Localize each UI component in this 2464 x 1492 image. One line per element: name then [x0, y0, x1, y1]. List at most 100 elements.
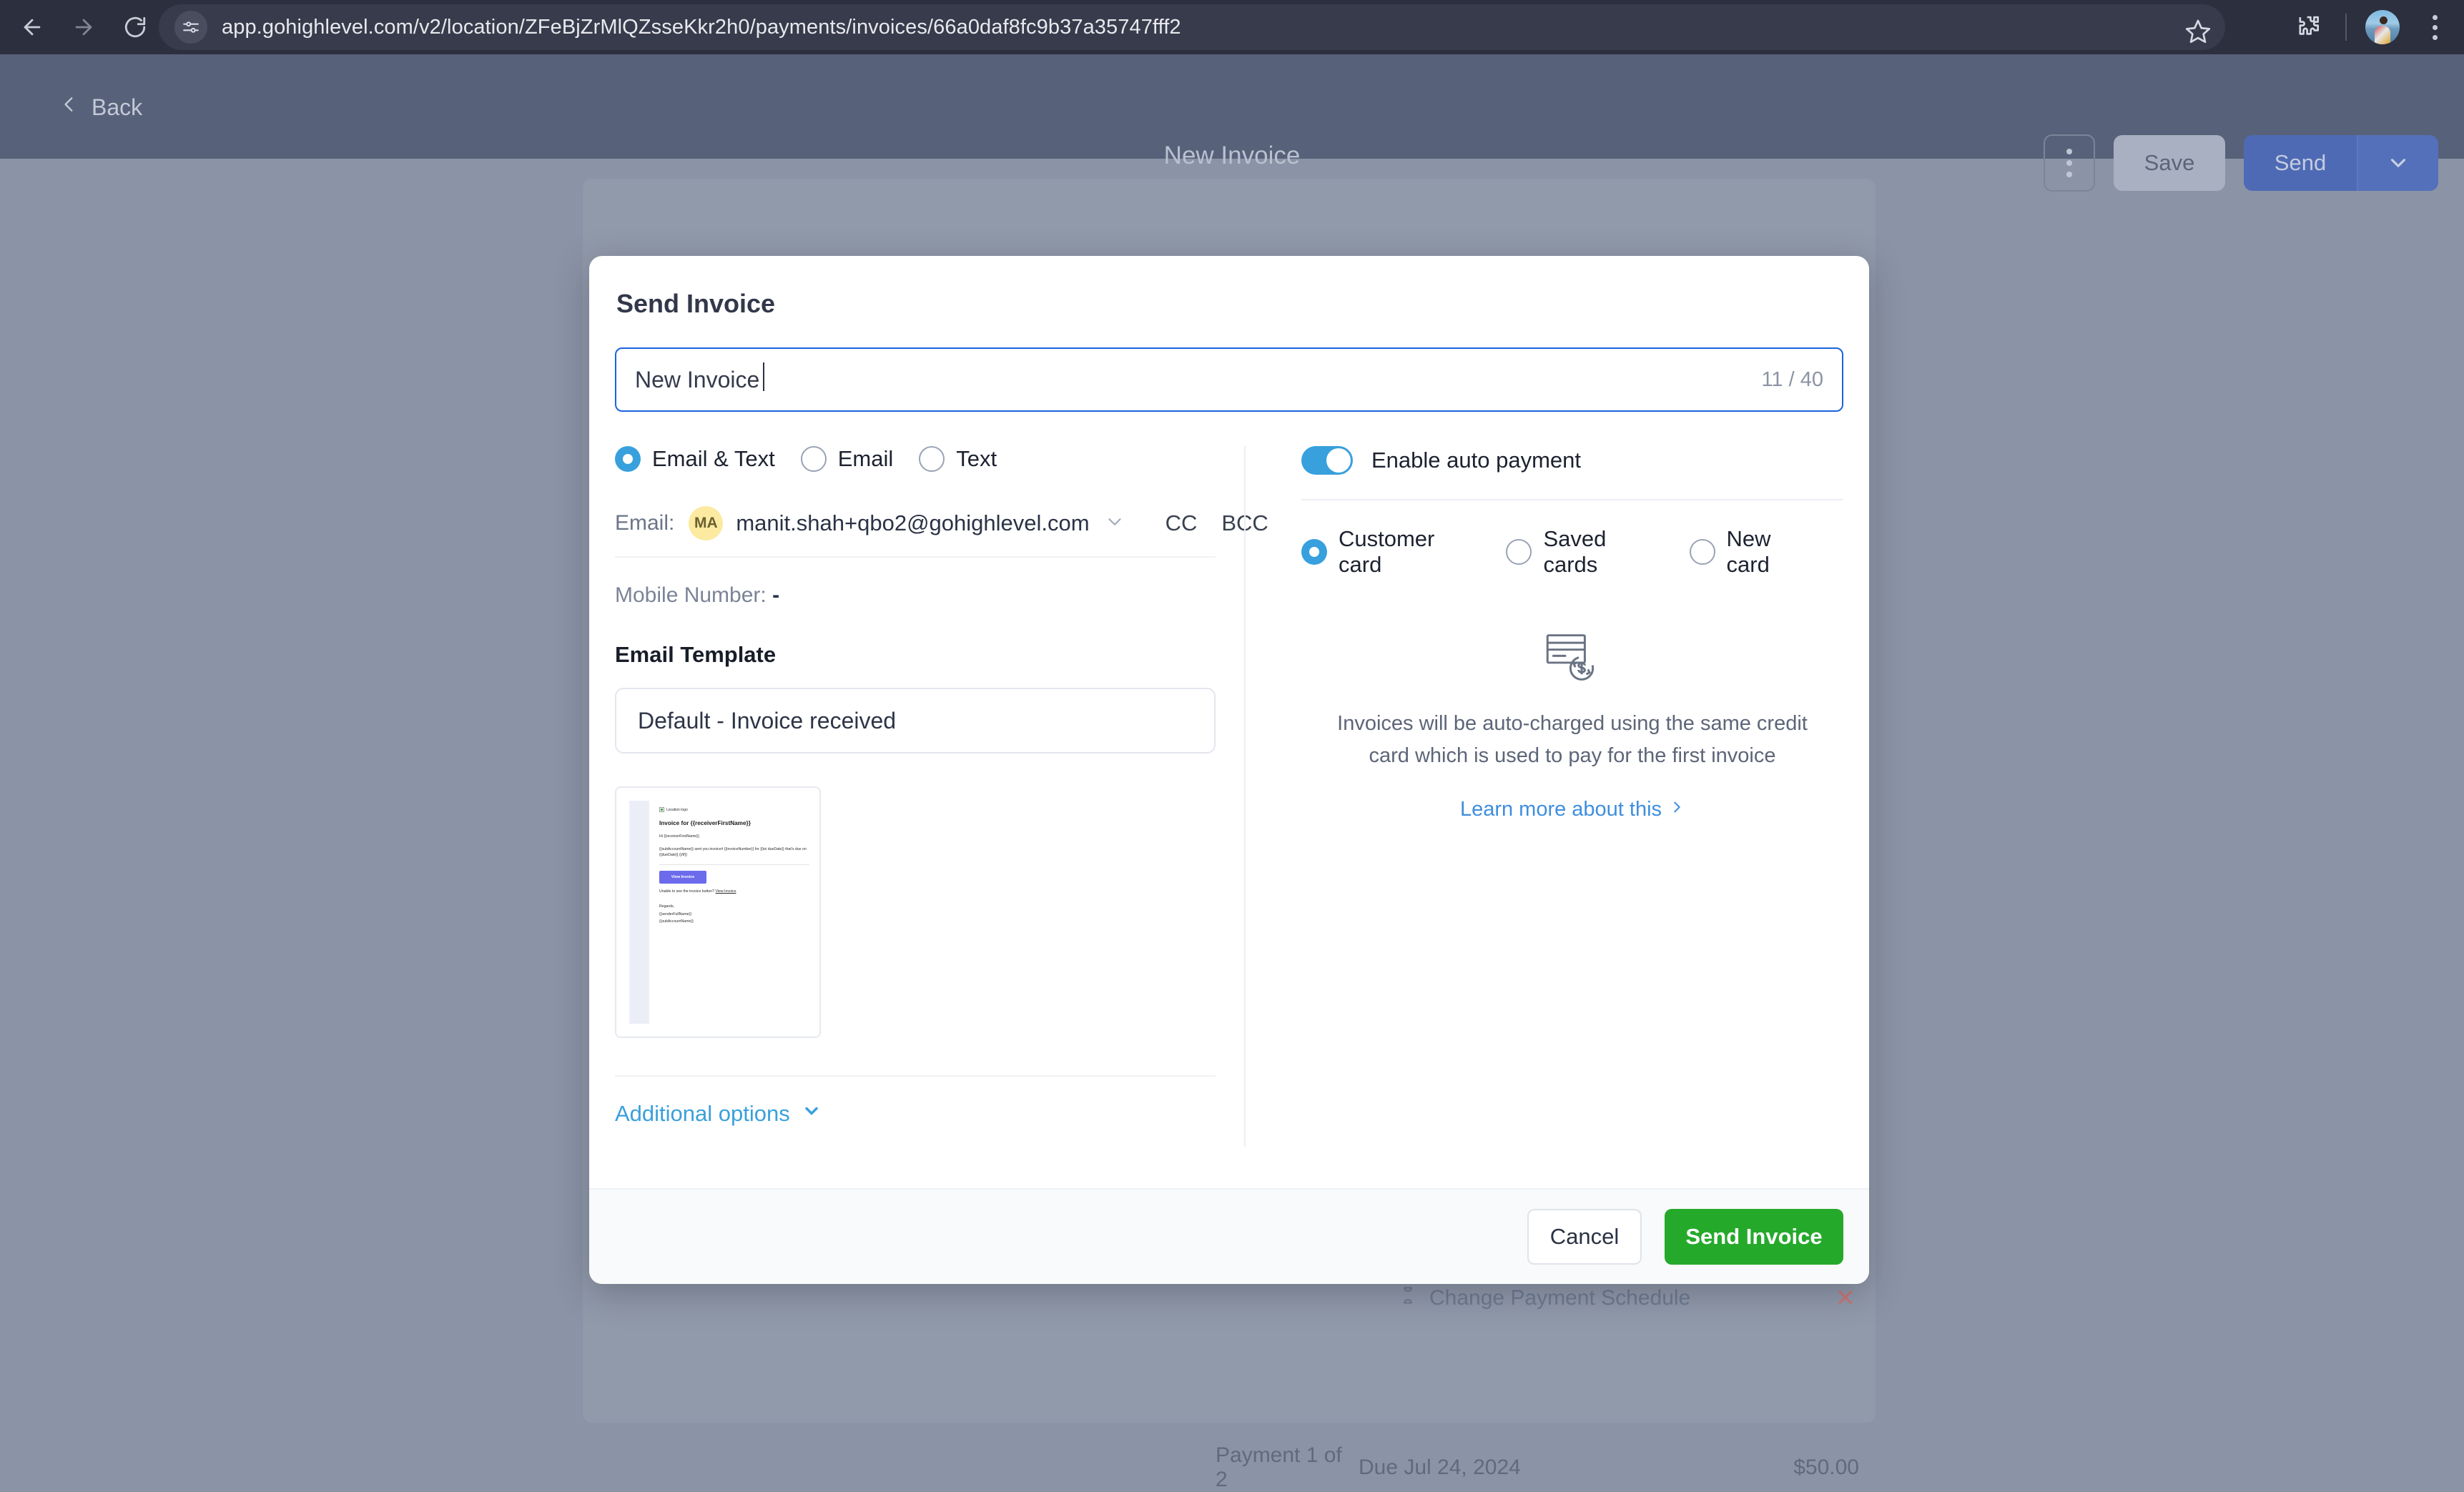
profile-avatar[interactable]: [2365, 10, 2400, 44]
chevron-right-icon: [1669, 798, 1685, 822]
chevron-left-icon: [60, 90, 79, 124]
radio-icon[interactable]: [1689, 539, 1715, 565]
channel-radio-group: Email & Text Email Text: [615, 446, 1216, 472]
preview-signoff: Regards,: [659, 904, 675, 909]
auto-payment-info: Invoices will be auto-charged using the …: [1301, 629, 1843, 822]
forward-icon[interactable]: [61, 5, 106, 49]
mobile-number-label: Mobile Number:: [615, 583, 767, 607]
preview-signature: Regards, {{senderFullName}} {{subAccount…: [659, 903, 809, 925]
additional-options-toggle[interactable]: Additional options: [615, 1075, 1216, 1127]
site-settings-icon[interactable]: [174, 11, 207, 44]
star-icon[interactable]: [2175, 9, 2221, 54]
back-button[interactable]: Back: [60, 90, 142, 124]
additional-options-label: Additional options: [615, 1101, 790, 1126]
logo-alt-text: Location logo: [666, 807, 688, 812]
channel-label: Email: [837, 446, 894, 471]
modal-footer: Cancel Send Invoice: [589, 1188, 1869, 1284]
browser-toolbar: app.gohighlevel.com/v2/location/ZFeBjZrM…: [0, 0, 2464, 54]
radio-icon[interactable]: [919, 446, 945, 472]
enable-auto-payment-row[interactable]: Enable auto payment: [1301, 446, 1843, 475]
channel-option-email-text[interactable]: Email & Text: [615, 446, 775, 472]
channel-label: Email & Text: [652, 446, 775, 471]
puzzle-piece-icon[interactable]: [2291, 9, 2327, 45]
card-option-new-card[interactable]: New card: [1689, 526, 1818, 578]
card-option-customer-card[interactable]: Customer card: [1301, 526, 1480, 578]
email-label: Email:: [615, 511, 675, 535]
preview-body: {{subAccountName}} sent you invoice# {{i…: [659, 847, 807, 858]
credit-card-recurring-icon: [1329, 629, 1816, 686]
send-invoice-button[interactable]: Send Invoice: [1665, 1209, 1843, 1265]
modal-body: Send Invoice New Invoice 11 / 40 Email &…: [589, 256, 1869, 1188]
chevron-down-icon: [802, 1101, 822, 1127]
card-option-label: Customer card: [1339, 526, 1435, 577]
toolbar-separator: [2345, 14, 2347, 41]
preview-greeting: Hi {{receiverFirstName}},: [659, 834, 701, 839]
channel-option-text[interactable]: Text: [919, 446, 997, 472]
preview-fallback-prefix: Unable to see the invoice button?: [659, 889, 716, 894]
modal-columns: Email & Text Email Text Email: MA manit.…: [615, 446, 1843, 1147]
card-radio-group: Customer card Saved cards New card: [1301, 526, 1843, 578]
preview-heading: Invoice for {{receiverFirstName}}: [659, 820, 751, 826]
auto-payment-toggle[interactable]: [1301, 446, 1353, 475]
send-invoice-modal: Send Invoice New Invoice 11 / 40 Email &…: [589, 256, 1869, 1284]
back-label: Back: [92, 94, 143, 120]
learn-more-link[interactable]: Learn more about this: [1329, 798, 1816, 822]
learn-more-label: Learn more about this: [1459, 798, 1662, 821]
channel-label: Text: [956, 446, 997, 471]
mobile-number-value: -: [772, 583, 780, 607]
payment-amount-label: $50.00: [1793, 1456, 1859, 1479]
preview-sender: {{senderFullName}}: [659, 911, 691, 917]
email-template-select[interactable]: Default - Invoice received: [615, 688, 1216, 754]
reload-icon[interactable]: [113, 5, 157, 49]
preview-side-strip: [629, 801, 649, 1024]
recipient-email-address[interactable]: manit.shah+qbo2@gohighlevel.com: [736, 510, 1089, 536]
card-option-label: Saved cards: [1543, 526, 1607, 577]
radio-icon[interactable]: [1506, 539, 1532, 565]
kebab-menu-icon[interactable]: [2418, 7, 2451, 47]
mobile-number-row: Mobile Number: -: [615, 583, 1216, 608]
close-x-icon[interactable]: ✕: [1835, 1284, 1856, 1313]
hourglass-icon: [1398, 1284, 1418, 1313]
address-bar[interactable]: app.gohighlevel.com/v2/location/ZFeBjZrM…: [159, 4, 2225, 50]
invoice-name-input[interactable]: New Invoice 11 / 40: [615, 347, 1843, 412]
chevron-down-icon[interactable]: [1104, 511, 1125, 536]
recipient-avatar: MA: [689, 506, 724, 540]
modal-left-column: Email & Text Email Text Email: MA manit.…: [615, 446, 1268, 1147]
preview-fallback-text: Unable to see the invoice button? View I…: [659, 889, 809, 894]
email-template-value: Default - Invoice received: [638, 707, 897, 733]
card-option-saved-cards[interactable]: Saved cards: [1506, 526, 1663, 578]
channel-option-email[interactable]: Email: [800, 446, 894, 472]
browser-toolbar-right: [2291, 0, 2451, 54]
card-option-label: New card: [1726, 526, 1771, 577]
preview-content: Location logo Invoice for {{receiverFirs…: [649, 801, 817, 1024]
cancel-button[interactable]: Cancel: [1527, 1209, 1642, 1265]
radio-icon-selected[interactable]: [1301, 539, 1327, 565]
email-template-label: Email Template: [615, 642, 777, 667]
broken-image-icon: [659, 807, 664, 812]
auto-payment-info-text: Invoices will be auto-charged using the …: [1337, 712, 1808, 767]
change-schedule-label: Change Payment Schedule: [1429, 1286, 1691, 1310]
payment-due-label: Due Jul 24, 2024: [1359, 1456, 1521, 1479]
cc-button[interactable]: CC: [1166, 510, 1198, 536]
radio-icon-selected[interactable]: [615, 446, 641, 472]
email-recipient-row: Email: MA manit.shah+qbo2@gohighlevel.co…: [615, 506, 1268, 558]
radio-icon[interactable]: [800, 446, 827, 472]
auto-payment-label: Enable auto payment: [1371, 448, 1581, 473]
app-header: Back New Invoice Save Send: [0, 54, 2464, 192]
back-icon[interactable]: [10, 5, 54, 49]
preview-view-invoice-button: View Invoice: [659, 871, 706, 884]
right-divider: [1301, 499, 1843, 500]
change-payment-schedule-row[interactable]: Change Payment Schedule ✕: [1398, 1284, 1856, 1313]
character-counter: 11 / 40: [1761, 367, 1823, 391]
payment-schedule-row: Payment 1 of 2 Due Jul 24, 2024 $50.00: [1216, 1443, 1859, 1492]
url-text: app.gohighlevel.com/v2/location/ZFeBjZrM…: [222, 15, 1181, 39]
modal-title: Send Invoice: [616, 289, 776, 318]
browser-nav-buttons: [0, 5, 157, 49]
modal-right-column: Enable auto payment Customer card Saved …: [1246, 446, 1843, 1147]
email-preview-thumbnail[interactable]: Location logo Invoice for {{receiverFirs…: [615, 786, 821, 1038]
preview-fallback-link: View Invoice: [715, 889, 736, 894]
location-logo-placeholder: Location logo: [659, 807, 809, 812]
preview-account: {{subAccountName}}: [659, 919, 694, 924]
payment-index-label: Payment 1 of 2: [1216, 1443, 1342, 1491]
preview-rule: [659, 864, 809, 866]
